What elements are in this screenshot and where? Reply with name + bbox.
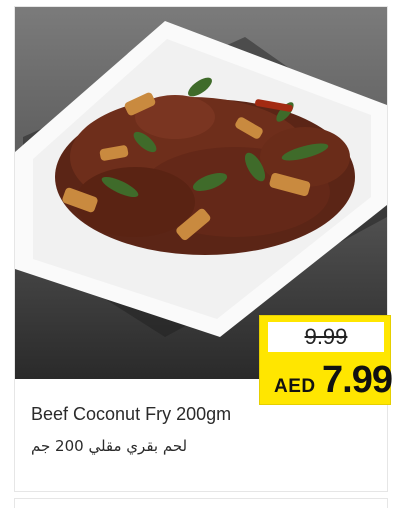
currency-label: AED xyxy=(274,376,316,397)
price-tag: 9.99 AED 7.99 xyxy=(259,315,393,405)
product-name-ar: لحم بقري مقلي 200 جم xyxy=(31,437,188,455)
product-name-en: Beef Coconut Fry 200gm xyxy=(31,404,232,424)
old-price: 9.99 xyxy=(268,322,384,352)
new-price: 7.99 xyxy=(322,359,393,401)
product-card[interactable]: 9.99 AED 7.99 Beef Coconut Fry 200gm لحم… xyxy=(14,6,393,492)
next-card-edge xyxy=(14,498,388,508)
